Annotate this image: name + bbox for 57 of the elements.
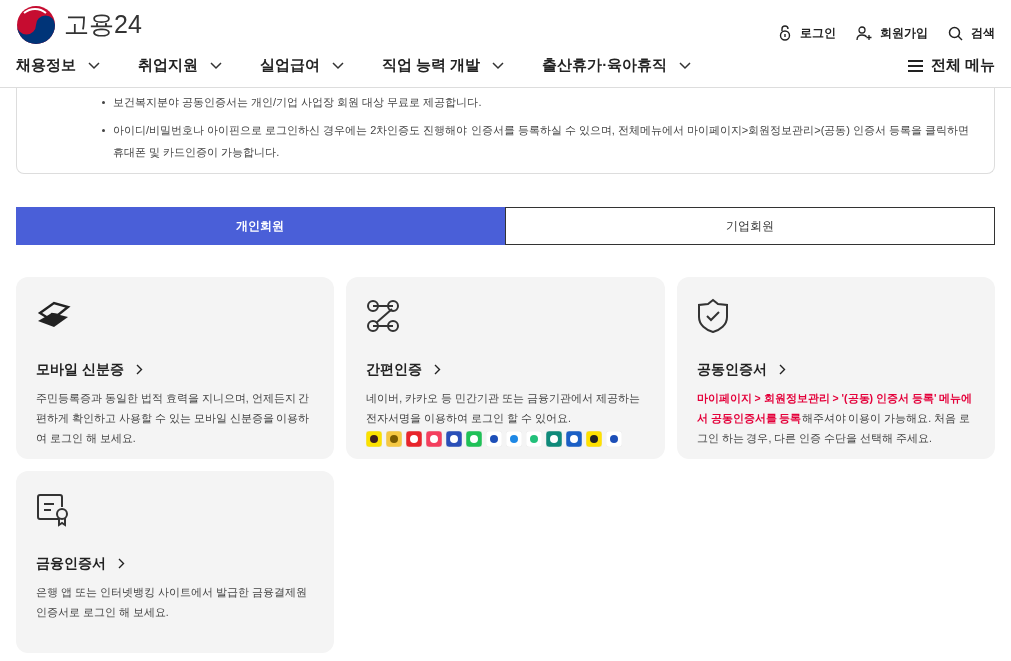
chevron-down-icon — [210, 61, 222, 70]
nav-menu-item[interactable]: 실업급여 — [260, 54, 344, 77]
connection-nodes-icon — [366, 299, 401, 333]
search-icon — [948, 25, 963, 41]
chevron-right-icon — [778, 364, 786, 375]
logo-icon[interactable] — [16, 5, 56, 45]
provider-logo-icon — [606, 431, 623, 447]
provider-logo-icon — [366, 431, 383, 447]
login-method-card[interactable]: 간편인증 네이버, 카카오 등 민간기관 또는 금융기관에서 제공하는 전자서명을 이용하여 로그인 할 수 있어요. — [346, 277, 665, 459]
card-title-link[interactable]: 간편인증 — [366, 359, 645, 380]
provider-logo-icon — [566, 431, 583, 447]
provider-logo-icon — [526, 431, 543, 447]
provider-logo-icon — [586, 431, 603, 447]
card-title-link[interactable]: 공동인증서 — [696, 359, 975, 380]
login-method-card[interactable]: 공동인증서 마이페이지 > 회원정보관리 > '(공동) 인증서 등록' 메뉴에서 공동인증서를 등록해주셔야 이용이 가능해요. 처음 로그인 하는 경우, 다른 인증 수단을 선택해 주세요. — [676, 277, 995, 459]
card-description: 네이버, 카카오 등 민간기관 또는 금융기관에서 제공하는 전자서명을 이용하여 로그인 할 수 있어요. — [366, 391, 641, 426]
card-title-link[interactable]: 모바일 신분증 — [36, 359, 315, 380]
provider-logo-icon — [506, 431, 523, 447]
chevron-right-icon — [118, 558, 125, 569]
nav-menu-item[interactable]: 직업 능력 개발 — [382, 54, 505, 77]
logo-text[interactable]: 고용24 — [64, 6, 142, 44]
all-menu-button[interactable]: 전체 메뉴 — [907, 54, 995, 77]
chevron-right-icon — [135, 364, 143, 375]
lock-icon — [778, 25, 792, 41]
chevron-down-icon — [332, 61, 344, 70]
nav-menu-item[interactable]: 취업지원 — [138, 54, 222, 77]
provider-logo-icon — [466, 431, 483, 447]
bullet-icon — [102, 129, 105, 132]
card-description: 마이페이지 > 회원정보관리 > '(공동) 인증서 등록' 메뉴에서 공동인증서를 등록해주셔야 이용이 가능해요. 처음 로그인 하는 경우, 다른 인증 수단을 선택해 주세요. — [696, 391, 974, 446]
menu-icon — [907, 59, 923, 72]
notice-text: 보건복지분야 공동인증서는 개인/기업 사업장 회원 대상 무료로 제공합니다. — [113, 95, 482, 110]
add-user-icon — [856, 25, 872, 41]
nav-menu-item[interactable]: 채용정보 — [16, 54, 100, 77]
chevron-down-icon — [679, 61, 692, 70]
member-tab[interactable]: 개인회원 — [16, 207, 505, 245]
nav-menu-item[interactable]: 출산휴가·육아휴직 — [542, 54, 692, 77]
login-method-card[interactable]: 모바일 신분증 주민등록증과 동일한 법적 효력을 지니으며, 언제든지 간편하게 확인하고 사용할 수 있는 모바일 신분증을 이용하여 로그인 해 보세요. — [16, 277, 335, 459]
provider-logo-icon — [546, 431, 563, 447]
card-title-link[interactable]: 금융인증서 — [36, 553, 315, 574]
chevron-down-icon — [492, 61, 505, 70]
member-tab[interactable]: 기업회원 — [504, 207, 995, 245]
provider-logo-icon — [426, 431, 443, 447]
notice-text: 아이디/비밀번호나 아이핀으로 로그인하신 경우에는 2차인증도 진행해야 인증서를 등록하실 수 있으며, 전체메뉴에서 마이페이지>회원정보관리>(공동) 인증서 등록을 클릭하면 휴대폰 및 카드인증이 가능합니다. — [113, 123, 971, 160]
provider-logo-icon — [486, 431, 503, 447]
utility-link[interactable]: 로그인 — [778, 24, 836, 42]
provider-logo-icon — [446, 431, 463, 447]
shield-check-icon — [696, 298, 729, 334]
utility-link[interactable]: 회원가입 — [856, 24, 928, 42]
login-method-card[interactable]: 금융인증서 은행 앱 또는 인터넷뱅킹 사이트에서 발급한 금융결제원 인증서로 로그인 해 보세요. — [16, 471, 335, 653]
utility-link[interactable]: 검색 — [948, 24, 995, 42]
card-description: 은행 앱 또는 인터넷뱅킹 사이트에서 발급한 금융결제원 인증서로 로그인 해 보세요. — [36, 585, 308, 620]
chevron-right-icon — [434, 364, 442, 375]
chevron-down-icon — [88, 61, 100, 70]
bullet-icon — [102, 101, 105, 104]
card-description: 주민등록증과 동일한 법적 효력을 지니으며, 언제든지 간편하게 확인하고 사용할 수 있는 모바일 신분증을 이용하여 로그인 해 보세요. — [36, 391, 311, 446]
provider-logo-icon — [386, 431, 403, 447]
provider-logo-icon — [406, 431, 423, 447]
